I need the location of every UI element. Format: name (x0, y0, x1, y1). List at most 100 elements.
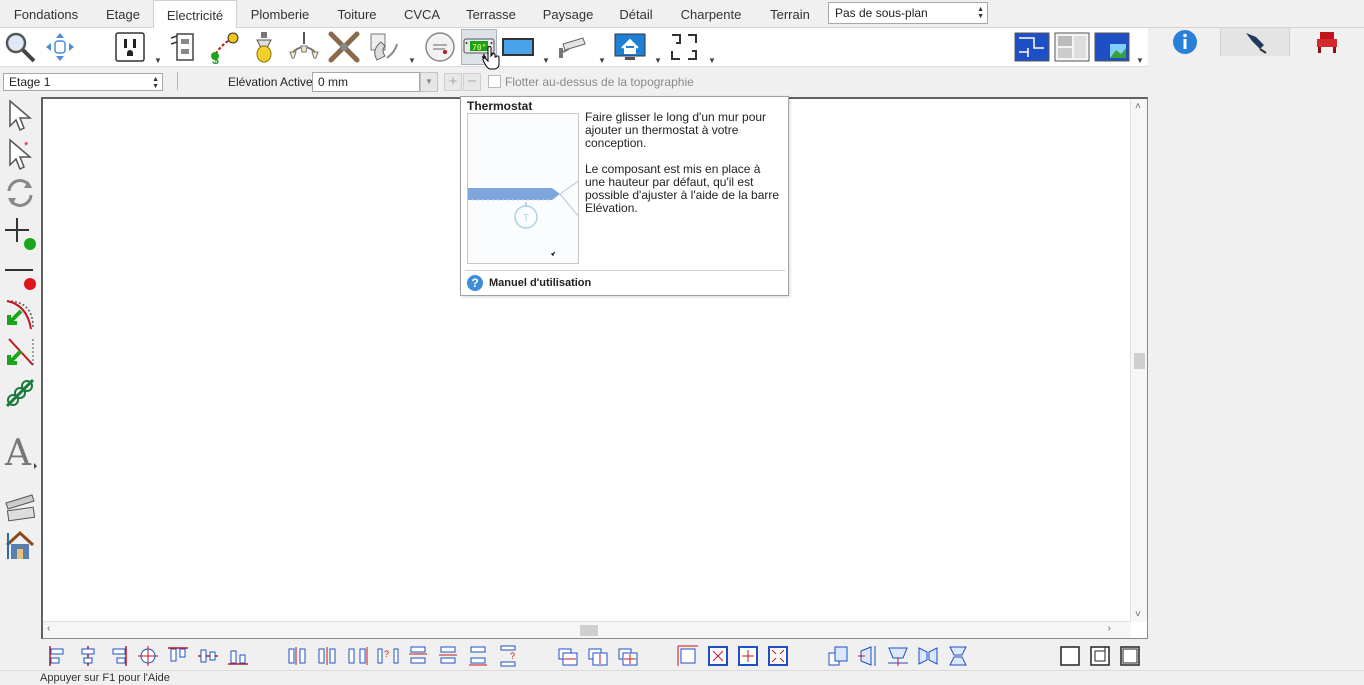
plan-view-button[interactable] (1014, 29, 1050, 65)
tab-bar: Fondations Etage Electricité Plomberie T… (0, 0, 1364, 29)
center-both-button[interactable] (136, 644, 160, 668)
ceiling-fan-light-button[interactable] (286, 29, 322, 65)
align-middle-button[interactable] (196, 644, 220, 668)
thermostat-placement-illustration: T (468, 114, 578, 263)
collapse-button[interactable] (766, 644, 790, 668)
resize-button[interactable] (676, 644, 700, 668)
floor-select[interactable]: Etage 1 ▲ ▼ (3, 73, 163, 91)
layout-view-button[interactable] (1054, 29, 1090, 65)
horizontal-scrollbar[interactable]: ‹ › (43, 621, 1131, 638)
add-point-tool-button[interactable] (2, 215, 38, 251)
frame-button[interactable] (1058, 644, 1082, 668)
tab-paysage[interactable]: Paysage (536, 0, 600, 28)
chevron-down-icon[interactable]: ▼ (598, 56, 606, 65)
align-top-button[interactable] (166, 644, 190, 668)
tab-cvca[interactable]: CVCA (398, 0, 446, 28)
text-tool-button[interactable]: A (2, 433, 38, 469)
chevron-down-icon[interactable]: ▼ (408, 56, 416, 65)
reflect-vertical-button[interactable] (946, 644, 970, 668)
chevron-down-icon[interactable]: ▼ (708, 56, 716, 65)
distribute-right-button[interactable] (346, 644, 370, 668)
home-automation-button[interactable] (612, 29, 648, 65)
elevation-plus-button[interactable]: + (444, 73, 462, 91)
tab-plomberie[interactable]: Plomberie (242, 0, 318, 28)
space-vertical-button[interactable]: ? (496, 644, 520, 668)
elevation-dropdown[interactable]: ▼ (420, 72, 438, 92)
reflect-left-button[interactable] (856, 644, 880, 668)
smoke-detector-button[interactable] (422, 29, 458, 65)
tab-toiture[interactable]: Toiture (328, 0, 386, 28)
tab-terrasse[interactable]: Terrasse (458, 0, 524, 28)
user-manual-link[interactable]: ? Manuel d'utilisation (467, 275, 591, 291)
pen-tab[interactable] (1220, 28, 1290, 56)
chevron-down-icon[interactable]: ▼ (654, 56, 662, 65)
camera-button[interactable] (556, 29, 592, 65)
light-button[interactable] (246, 29, 282, 65)
float-topography-checkbox[interactable] (488, 75, 501, 88)
copy-reflect-button[interactable] (826, 644, 850, 668)
distribute-top-button[interactable] (406, 644, 430, 668)
arc-tool-button[interactable] (2, 295, 38, 331)
break-tool-button[interactable] (2, 335, 38, 371)
align-left-button[interactable] (46, 644, 70, 668)
grow-button[interactable] (736, 644, 760, 668)
align-right-button[interactable] (106, 644, 130, 668)
info-tab[interactable] (1150, 28, 1220, 56)
frame-outer-button[interactable] (1118, 644, 1142, 668)
ceiling-fan-button[interactable] (326, 29, 362, 65)
fit-width-button[interactable] (556, 644, 580, 668)
fit-height-button[interactable] (586, 644, 610, 668)
tab-terrain[interactable]: Terrain (762, 0, 818, 28)
tab-fondations[interactable]: Fondations (5, 0, 87, 28)
rotate-arrows-icon (7, 179, 33, 207)
chevron-down-icon[interactable]: ▼ (1136, 56, 1144, 65)
switch-button[interactable] (166, 29, 202, 65)
elevation-minus-button[interactable]: − (463, 73, 481, 91)
phone-button[interactable] (366, 29, 402, 65)
align-bottom-button[interactable] (226, 644, 250, 668)
zoom-button[interactable] (2, 29, 38, 65)
tab-electricite[interactable]: Electricité (153, 0, 237, 29)
fit-both-button[interactable] (616, 644, 640, 668)
multi-select-tool-button[interactable]: * (2, 136, 38, 172)
scroll-up-icon[interactable]: ˄ (1135, 101, 1141, 112)
elevation-input[interactable]: 0 mm (312, 72, 420, 92)
distribute-middle-button[interactable] (436, 644, 460, 668)
select-tool-button[interactable] (2, 97, 38, 133)
delete-point-tool-button[interactable] (2, 255, 38, 291)
tab-etage[interactable]: Etage (94, 0, 152, 28)
plan-image-view-button[interactable] (1094, 29, 1130, 65)
chevron-down-icon[interactable]: ▼ (154, 56, 162, 65)
tab-charpente[interactable]: Charpente (672, 0, 750, 28)
library-tab[interactable] (1292, 28, 1362, 56)
wire-button[interactable]: $ (206, 29, 242, 65)
scroll-down-icon[interactable]: ˅ (1135, 609, 1141, 620)
reflect-top-button[interactable] (886, 644, 910, 668)
camera-video-tool-button[interactable] (2, 488, 38, 524)
chevron-down-icon[interactable]: ▼ (542, 56, 550, 65)
scroll-left-icon[interactable]: ‹ (47, 623, 50, 634)
horizontal-scroll-thumb[interactable] (580, 625, 598, 636)
3d-view-tool-button[interactable] (2, 528, 38, 564)
pan-button[interactable] (42, 29, 78, 65)
distribute-center-button[interactable] (316, 644, 340, 668)
tab-detail[interactable]: Détail (612, 0, 660, 28)
vertical-scrollbar[interactable]: ˄ ˅ (1130, 99, 1147, 622)
vertical-scroll-thumb[interactable] (1134, 353, 1145, 369)
connection-button[interactable] (666, 29, 702, 65)
rotate-tool-button[interactable] (2, 175, 38, 211)
join-tool-button[interactable] (2, 375, 38, 411)
monitor-button[interactable] (500, 29, 536, 65)
reflect-both-button[interactable] (916, 644, 940, 668)
distribute-icon (348, 647, 368, 665)
shrink-icon (708, 646, 728, 666)
scroll-right-icon[interactable]: › (1108, 623, 1111, 634)
distribute-left-button[interactable] (286, 644, 310, 668)
frame-inner-button[interactable] (1088, 644, 1112, 668)
distribute-bottom-button[interactable] (466, 644, 490, 668)
align-center-h-button[interactable] (76, 644, 100, 668)
space-horizontal-button[interactable]: ? (376, 644, 400, 668)
subplan-select[interactable]: Pas de sous-plan ▲ ▼ (828, 2, 988, 24)
outlet-button[interactable] (112, 29, 148, 65)
shrink-button[interactable] (706, 644, 730, 668)
